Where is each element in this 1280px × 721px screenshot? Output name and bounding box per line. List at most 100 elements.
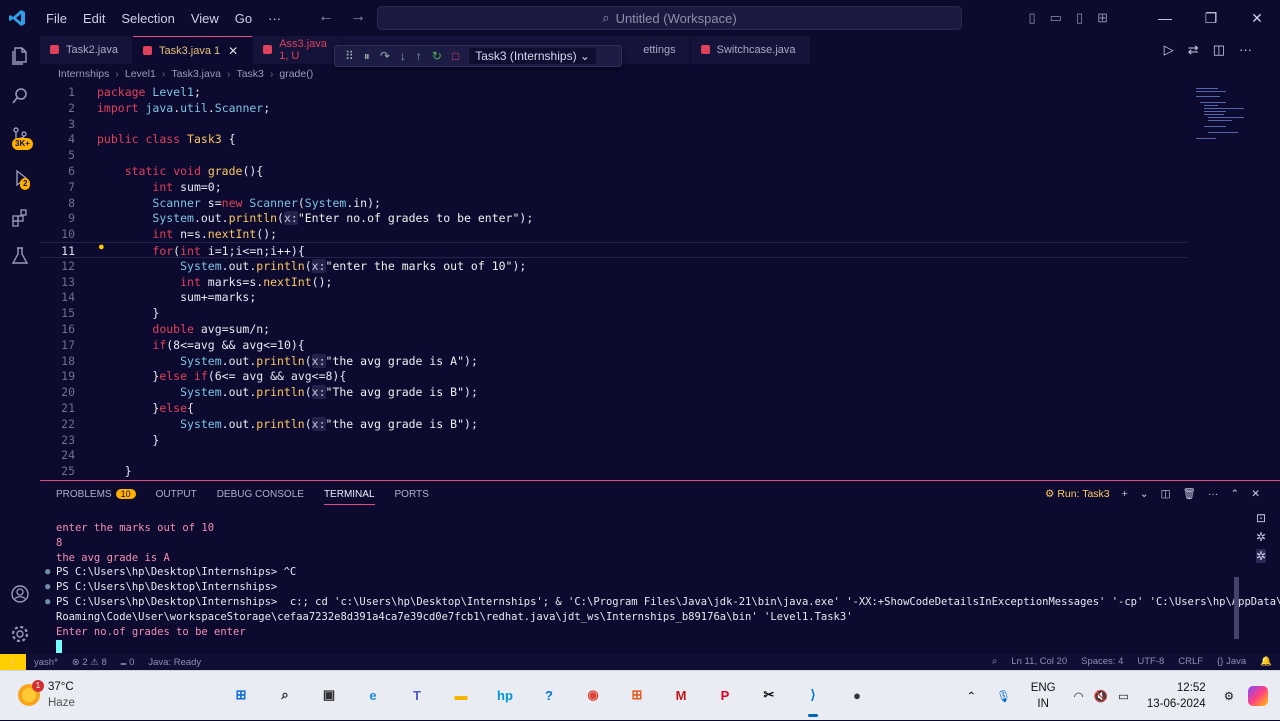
explorer-icon[interactable]: [8, 44, 32, 68]
tab-task2-java[interactable]: Task2.java: [40, 36, 133, 64]
taskbar-obs-icon[interactable]: ●: [843, 681, 871, 709]
code-line[interactable]: 15 }: [40, 305, 1188, 321]
breadcrumb-level1[interactable]: Level1: [125, 68, 156, 80]
tab-switchcase-java[interactable]: Switchcase.java: [690, 36, 811, 64]
lightbulb-icon[interactable]: ●: [98, 241, 105, 253]
code-line[interactable]: 1 package Level1;: [40, 84, 1188, 100]
code-line[interactable]: 22 System.out.println(x:"the avg grade i…: [40, 416, 1188, 432]
menu-more[interactable]: ···: [260, 11, 289, 26]
microphone-icon[interactable]: 🎙: [996, 689, 1011, 703]
code-editor[interactable]: 1 package Level1; 2 import java.util.Scanne…: [40, 84, 1280, 479]
command-decoration-icon[interactable]: ●: [45, 565, 50, 580]
weather-widget[interactable]: 1 37°C Haze: [18, 679, 75, 711]
code-line[interactable]: 23 }: [40, 432, 1188, 448]
battery-icon[interactable]: ▭: [1118, 689, 1129, 703]
code-line[interactable]: 2 import java.util.Scanner;: [40, 100, 1188, 116]
taskbar-capcut-icon[interactable]: ✂: [755, 681, 783, 709]
copilot-icon[interactable]: [1248, 686, 1268, 706]
volume-muted-icon[interactable]: 🔇: [1094, 689, 1108, 703]
run-debug-icon[interactable]: 2: [8, 166, 32, 190]
code-line[interactable]: 6 static void grade(){: [40, 163, 1188, 179]
code-line[interactable]: 21 }else{: [40, 400, 1188, 416]
trash-icon[interactable]: 🗑: [1183, 487, 1196, 500]
terminal-debug-active-icon[interactable]: ✲: [1255, 549, 1266, 563]
new-terminal-icon[interactable]: +: [1122, 488, 1128, 500]
maximize-panel-icon[interactable]: ⌃: [1230, 488, 1239, 500]
more-actions-icon[interactable]: ···: [1239, 42, 1252, 58]
settings-gear-icon[interactable]: [8, 622, 32, 646]
chevron-down-icon[interactable]: ⌄: [1140, 488, 1149, 500]
code-line[interactable]: 10 int n=s.nextInt();: [40, 226, 1188, 242]
drag-handle-icon[interactable]: ⠿: [345, 49, 354, 63]
taskbar-search-icon[interactable]: ⌕: [271, 681, 299, 709]
pause-icon[interactable]: ⏸: [364, 49, 370, 64]
code-line[interactable]: 11 for(int i=1;i<=n;i++){: [40, 242, 1188, 258]
line-ending[interactable]: CRLF: [1178, 656, 1203, 667]
stop-icon[interactable]: □: [452, 49, 459, 63]
compare-changes-icon[interactable]: ⇄: [1188, 42, 1199, 58]
code-line[interactable]: 13 int marks=s.nextInt();: [40, 274, 1188, 290]
forward-arrow-icon[interactable]: →: [350, 8, 366, 26]
close-window-button[interactable]: ✕: [1234, 10, 1280, 27]
run-java-icon[interactable]: ▷: [1164, 42, 1174, 58]
remote-indicator-icon[interactable]: ⚡: [0, 654, 26, 670]
taskbar-start-icon[interactable]: ⊞: [227, 681, 255, 709]
breadcrumb-internships[interactable]: Internships: [58, 68, 109, 80]
settings-gear-icon[interactable]: ⚙: [1224, 689, 1234, 703]
extensions-icon[interactable]: [8, 206, 32, 230]
taskbar-mcafee-icon[interactable]: M: [667, 681, 695, 709]
minimize-button[interactable]: —: [1142, 10, 1188, 26]
split-editor-icon[interactable]: ◫: [1213, 42, 1225, 58]
tab-terminal[interactable]: TERMINAL: [323, 489, 375, 505]
restart-icon[interactable]: ↻: [432, 49, 442, 63]
code-line[interactable]: 8 Scanner s=new Scanner(System.in);: [40, 195, 1188, 211]
step-into-icon[interactable]: ↓: [400, 49, 406, 63]
taskbar-chrome-icon[interactable]: ◉: [579, 681, 607, 709]
tab-ports[interactable]: PORTS: [395, 489, 429, 505]
toggle-panel-icon[interactable]: ▭: [1050, 10, 1062, 26]
tab-ass3-java[interactable]: Ass3.java 1, U: [253, 36, 344, 64]
code-line[interactable]: 20 System.out.println(x:"The avg grade i…: [40, 384, 1188, 400]
code-line[interactable]: 19 }else if(6<= avg && avg<=8){: [40, 368, 1188, 384]
menu-selection[interactable]: Selection: [113, 11, 182, 26]
customize-layout-icon[interactable]: ⊞: [1097, 10, 1108, 26]
command-center-search[interactable]: ⌕ Untitled (Workspace): [377, 6, 962, 30]
taskbar-pinterest-icon[interactable]: P: [711, 681, 739, 709]
tab-output[interactable]: OUTPUT: [156, 489, 197, 505]
taskbar-myhp-icon[interactable]: hp: [491, 681, 519, 709]
code-line[interactable]: 9 System.out.println(x:"Enter no.of grad…: [40, 210, 1188, 226]
search-icon[interactable]: [8, 84, 32, 108]
taskbar-file-explorer-icon[interactable]: ▬: [447, 681, 475, 709]
menu-edit[interactable]: Edit: [75, 11, 113, 26]
menu-go[interactable]: Go: [227, 11, 260, 26]
close-panel-icon[interactable]: ✕: [1251, 488, 1260, 500]
code-line[interactable]: 3: [40, 116, 1188, 132]
breadcrumb-task3-file[interactable]: Task3.java: [171, 68, 221, 80]
branch-status[interactable]: yash*: [34, 657, 58, 668]
command-decoration-icon[interactable]: ●: [45, 580, 50, 595]
toggle-primary-sidebar-icon[interactable]: ▯: [1028, 10, 1035, 26]
terminal-debug-icon[interactable]: ✲: [1256, 530, 1266, 544]
split-terminal-icon[interactable]: ◫: [1161, 488, 1171, 500]
tab-debug-console[interactable]: DEBUG CONSOLE: [217, 489, 304, 505]
cursor-position[interactable]: Ln 11, Col 20: [1011, 656, 1067, 667]
breadcrumb-grade-method[interactable]: grade(): [279, 68, 313, 80]
notifications-bell-icon[interactable]: 🔔: [1260, 656, 1272, 667]
step-over-icon[interactable]: ↷: [380, 49, 390, 63]
tab-problems[interactable]: PROBLEMS 10: [56, 489, 136, 505]
code-line[interactable]: 18 System.out.println(x:"the avg grade i…: [40, 353, 1188, 369]
taskbar-store-icon[interactable]: ⊞: [623, 681, 651, 709]
indentation[interactable]: Spaces: 4: [1081, 656, 1123, 667]
account-icon[interactable]: [8, 582, 32, 606]
menu-view[interactable]: View: [183, 11, 227, 26]
restore-button[interactable]: ❐: [1188, 10, 1234, 27]
tab-task3-java[interactable]: Task3.java 1 ✕: [132, 36, 254, 64]
code-line[interactable]: 5: [40, 147, 1188, 163]
wifi-icon[interactable]: ◠: [1074, 689, 1084, 703]
problems-status[interactable]: ⊗ 2 ⚠ 8: [72, 657, 107, 668]
language-mode[interactable]: {} Java: [1217, 656, 1246, 667]
java-status[interactable]: Java: Ready: [148, 657, 201, 668]
zoom-icon[interactable]: ⌕: [992, 656, 997, 667]
close-tab-icon[interactable]: ✕: [228, 44, 238, 58]
more-actions-icon[interactable]: ···: [1208, 488, 1219, 500]
